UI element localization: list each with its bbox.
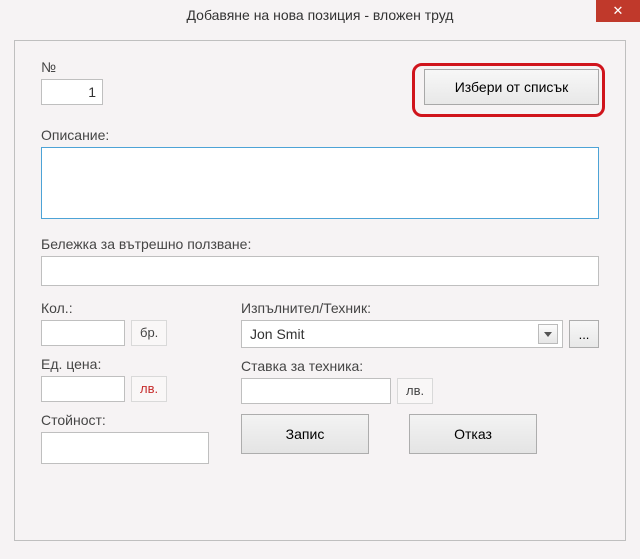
number-input[interactable] (41, 79, 103, 105)
performer-value: Jon Smit (250, 326, 304, 342)
title-bar: Добавяне на нова позиция - вложен труд ✕ (0, 0, 640, 30)
chevron-down-icon (538, 324, 558, 344)
note-input[interactable] (41, 256, 599, 286)
save-button[interactable]: Запис (241, 414, 369, 454)
rate-currency: лв. (397, 378, 433, 404)
details-left-col: Кол.: бр. Ед. цена: лв. Стойност: (41, 300, 211, 474)
dialog-window: Добавяне на нова позиция - вложен труд ✕… (0, 0, 640, 559)
cancel-button[interactable]: Отказ (409, 414, 537, 454)
note-row: Бележка за вътрешно ползване: (41, 236, 599, 286)
details-right-col: Изпълнител/Техник: Jon Smit ... Ставка з… (241, 300, 599, 474)
action-row: Запис Отказ (241, 414, 599, 454)
description-row: Описание: (41, 127, 599, 222)
value-input[interactable] (41, 432, 209, 464)
note-label: Бележка за вътрешно ползване: (41, 236, 599, 252)
performer-select[interactable]: Jon Smit (241, 320, 563, 348)
window-title: Добавяне на нова позиция - вложен труд (187, 7, 454, 23)
rate-label: Ставка за техника: (241, 358, 599, 374)
description-input[interactable] (41, 147, 599, 219)
qty-label: Кол.: (41, 300, 211, 316)
qty-unit: бр. (131, 320, 167, 346)
value-label: Стойност: (41, 412, 211, 428)
close-icon: ✕ (613, 3, 624, 18)
unit-price-label: Ед. цена: (41, 356, 211, 372)
close-button[interactable]: ✕ (596, 0, 640, 22)
unit-price-input[interactable] (41, 376, 125, 402)
qty-input[interactable] (41, 320, 125, 346)
performer-more-button[interactable]: ... (569, 320, 599, 348)
form-panel: № Избери от списък Описание: Бележка за … (14, 40, 626, 541)
select-from-list-button[interactable]: Избери от списък (424, 69, 599, 105)
unit-price-currency: лв. (131, 376, 167, 402)
details-grid: Кол.: бр. Ед. цена: лв. Стойност: Изпълн… (41, 300, 599, 474)
rate-input[interactable] (241, 378, 391, 404)
description-label: Описание: (41, 127, 599, 143)
performer-label: Изпълнител/Техник: (241, 300, 599, 316)
